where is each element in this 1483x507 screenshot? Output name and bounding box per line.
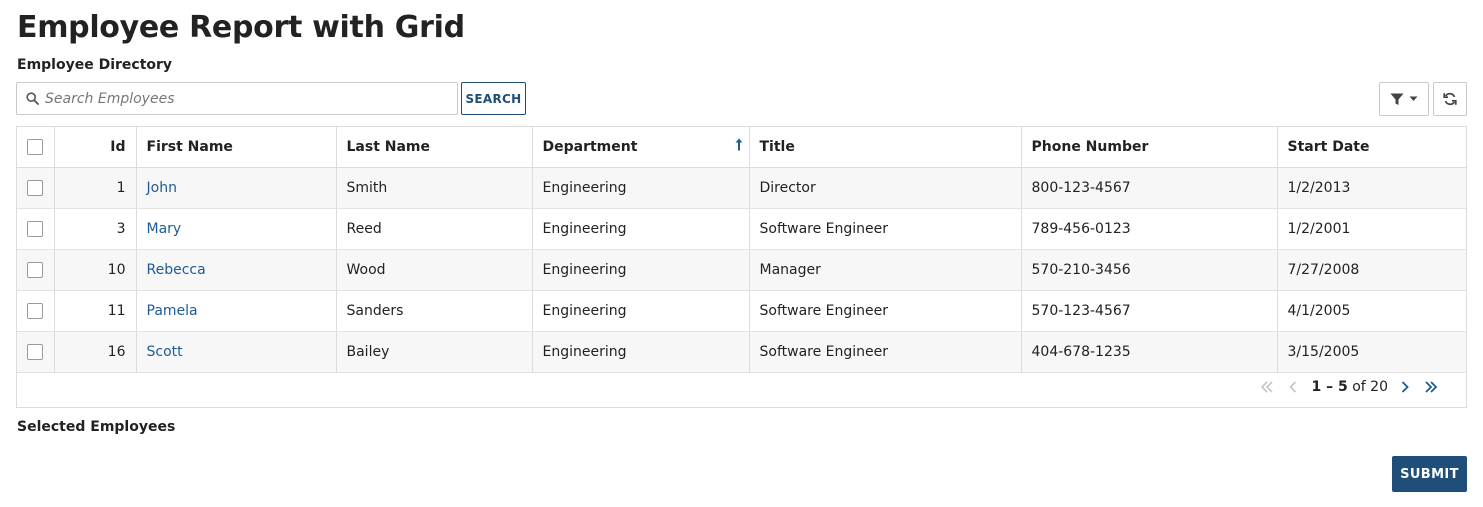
double-chevron-right-icon: [1425, 381, 1438, 393]
row-select-cell: [17, 167, 55, 209]
column-header-title[interactable]: Title: [749, 127, 1022, 168]
selected-employees-label: Selected Employees: [17, 419, 176, 435]
column-header-id[interactable]: Id: [54, 127, 137, 168]
cell-start-date: 4/1/2005: [1277, 290, 1466, 332]
cell-last-name: Bailey: [336, 331, 533, 373]
cell-id: 3: [54, 208, 137, 250]
employee-link[interactable]: Scott: [147, 344, 183, 360]
cell-start-date: 1/2/2001: [1277, 208, 1466, 250]
cell-last-name: Smith: [336, 167, 533, 209]
caret-down-icon: [1409, 96, 1418, 101]
cell-phone-number: 800-123-4567: [1021, 167, 1278, 209]
table-row: 16 Scott Bailey Engineering Software Eng…: [17, 331, 1466, 373]
table-row: 10 Rebecca Wood Engineering Manager 570-…: [17, 249, 1466, 291]
cell-id: 16: [54, 331, 137, 373]
submit-button[interactable]: SUBMIT: [1392, 456, 1467, 492]
cell-title: Software Engineer: [749, 331, 1022, 373]
first-page-button[interactable]: [1254, 374, 1280, 400]
cell-title: Manager: [749, 249, 1022, 291]
cell-title: Software Engineer: [749, 208, 1022, 250]
cell-start-date: 1/2/2013: [1277, 167, 1466, 209]
cell-last-name: Sanders: [336, 290, 533, 332]
employee-link[interactable]: Pamela: [147, 303, 198, 319]
cell-first-name: Pamela: [136, 290, 337, 332]
previous-page-button[interactable]: [1280, 374, 1306, 400]
refresh-icon: [1443, 92, 1457, 106]
pagination: 1 – 5 of 20: [1254, 367, 1466, 407]
cell-last-name: Wood: [336, 249, 533, 291]
employee-link[interactable]: John: [147, 180, 177, 196]
row-checkbox[interactable]: [27, 179, 44, 196]
cell-start-date: 7/27/2008: [1277, 249, 1466, 291]
cell-last-name: Reed: [336, 208, 533, 250]
cell-department: Engineering: [532, 167, 750, 209]
cell-phone-number: 570-123-4567: [1021, 290, 1278, 332]
cell-department: Engineering: [532, 331, 750, 373]
row-checkbox[interactable]: [27, 261, 44, 278]
employee-link[interactable]: Mary: [147, 221, 182, 237]
cell-phone-number: 789-456-0123: [1021, 208, 1278, 250]
employee-grid: Id First Name Last Name Department Title…: [16, 126, 1467, 408]
chevron-right-icon: [1401, 381, 1409, 393]
cell-department: Engineering: [532, 208, 750, 250]
filter-icon: [1390, 93, 1404, 105]
cell-department: Engineering: [532, 249, 750, 291]
cell-title: Software Engineer: [749, 290, 1022, 332]
search-button[interactable]: SEARCH: [461, 82, 526, 115]
double-chevron-left-icon: [1260, 381, 1273, 393]
row-checkbox[interactable]: [27, 343, 44, 360]
column-header-last-name[interactable]: Last Name: [336, 127, 533, 168]
cell-department: Engineering: [532, 290, 750, 332]
cell-start-date: 3/15/2005: [1277, 331, 1466, 373]
row-checkbox[interactable]: [27, 302, 44, 319]
search-box: [16, 82, 458, 115]
table-row: 11 Pamela Sanders Engineering Software E…: [17, 290, 1466, 332]
cell-first-name: Mary: [136, 208, 337, 250]
employee-link[interactable]: Rebecca: [147, 262, 206, 278]
column-header-department[interactable]: Department: [532, 127, 750, 168]
cell-title: Director: [749, 167, 1022, 209]
refresh-button[interactable]: [1433, 82, 1467, 116]
row-checkbox[interactable]: [27, 220, 44, 237]
column-header-phone-number[interactable]: Phone Number: [1021, 127, 1278, 168]
cell-first-name: Rebecca: [136, 249, 337, 291]
filter-button[interactable]: [1379, 82, 1429, 116]
grid-header-row: Id First Name Last Name Department Title…: [17, 127, 1466, 168]
page-total: of 20: [1352, 379, 1388, 395]
page-title: Employee Report with Grid: [17, 10, 465, 45]
cell-first-name: John: [136, 167, 337, 209]
chevron-left-icon: [1288, 381, 1296, 393]
cell-id: 10: [54, 249, 137, 291]
table-row: 3 Mary Reed Engineering Software Enginee…: [17, 208, 1466, 250]
cell-first-name: Scott: [136, 331, 337, 373]
cell-phone-number: 404-678-1235: [1021, 331, 1278, 373]
column-header-department-label: Department: [542, 138, 638, 155]
row-select-cell: [17, 208, 55, 250]
row-select-cell: [17, 290, 55, 332]
search-input[interactable]: [43, 84, 453, 113]
cell-phone-number: 570-210-3456: [1021, 249, 1278, 291]
select-all-cell: [17, 127, 55, 168]
table-row: 1 John Smith Engineering Director 800-12…: [17, 167, 1466, 209]
sort-ascending-icon: [735, 138, 742, 151]
pagination-range: 1 – 5 of 20: [1312, 379, 1388, 395]
row-select-cell: [17, 331, 55, 373]
next-page-button[interactable]: [1392, 374, 1418, 400]
last-page-button[interactable]: [1418, 374, 1444, 400]
row-select-cell: [17, 249, 55, 291]
cell-id: 1: [54, 167, 137, 209]
column-header-first-name[interactable]: First Name: [136, 127, 337, 168]
directory-label: Employee Directory: [17, 57, 173, 73]
search-icon: [26, 92, 39, 105]
page-range: 1 – 5: [1311, 379, 1348, 395]
column-header-start-date[interactable]: Start Date: [1277, 127, 1466, 168]
cell-id: 11: [54, 290, 137, 332]
select-all-checkbox[interactable]: [27, 138, 44, 155]
